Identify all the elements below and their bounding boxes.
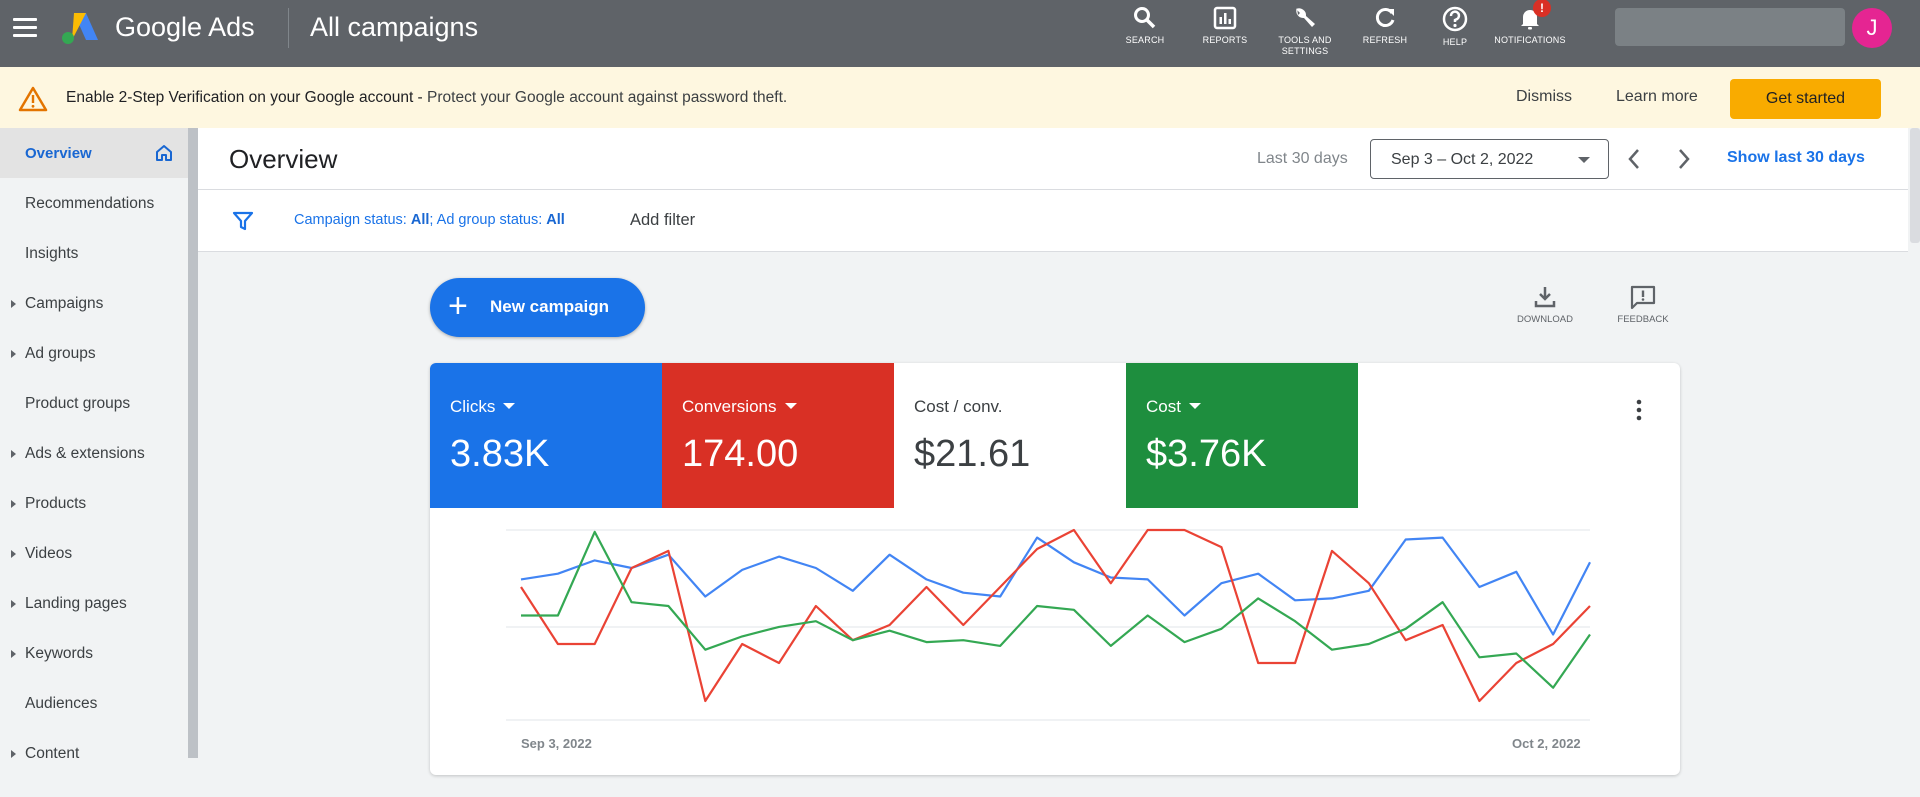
notification-badge: !	[1533, 0, 1551, 17]
caret-right-icon	[11, 550, 16, 558]
more-options-icon[interactable]	[1635, 399, 1643, 421]
feedback-button[interactable]: FEEDBACK	[1603, 284, 1683, 325]
date-range-label: Last 30 days	[1257, 150, 1348, 167]
caret-right-icon	[11, 500, 16, 508]
sidebar-item-product-groups[interactable]: Product groups	[0, 378, 188, 428]
series-line-conversions	[520, 528, 1591, 703]
series-line-cost	[521, 530, 1591, 689]
sidebar-item-campaigns[interactable]: Campaigns	[0, 278, 188, 328]
metric-value: 3.83K	[450, 433, 550, 475]
alert-message: Enable 2-Step Verification on your Googl…	[66, 89, 787, 107]
caret-right-icon	[11, 600, 16, 608]
wrench-icon	[1296, 8, 1315, 27]
sidebar-item-keywords[interactable]: Keywords	[0, 628, 188, 678]
filter-icon[interactable]	[232, 210, 254, 232]
sidebar-scrollbar[interactable]	[188, 128, 198, 758]
caret-right-icon	[11, 350, 16, 358]
alert-subtext: Protect your Google account against pass…	[427, 89, 788, 106]
download-icon	[1534, 287, 1556, 308]
sidebar: Overview Recommendations Insights Campai…	[0, 128, 188, 797]
menu-icon[interactable]	[12, 14, 38, 40]
plus-icon: +	[448, 287, 468, 325]
metric-label: Cost	[1146, 397, 1181, 416]
performance-line-chart	[506, 528, 1591, 721]
overview-header: Overview Last 30 days Sep 3 – Oct 2, 202…	[198, 128, 1908, 190]
google-ads-logo	[62, 13, 98, 44]
sidebar-item-recommendations[interactable]: Recommendations	[0, 178, 188, 228]
refresh-icon	[1375, 8, 1395, 27]
alert-title: Enable 2-Step Verification on your Googl…	[66, 89, 428, 106]
sidebar-item-ad-groups[interactable]: Ad groups	[0, 328, 188, 378]
sidebar-item-audiences[interactable]: Audiences	[0, 678, 188, 728]
active-filters[interactable]: Campaign status: All; Ad group status: A…	[294, 212, 565, 228]
caret-down-icon	[503, 403, 516, 409]
warning-icon	[18, 86, 48, 112]
caret-down-icon	[784, 403, 797, 409]
caret-right-icon	[11, 650, 16, 658]
dismiss-button[interactable]: Dismiss	[1516, 88, 1572, 106]
account-selector[interactable]	[1615, 8, 1845, 46]
sidebar-item-videos[interactable]: Videos	[0, 528, 188, 578]
search-icon	[1134, 7, 1156, 29]
sidebar-item-content[interactable]: Content	[0, 728, 188, 778]
metric-cost-per-conversion[interactable]: Cost / conv. $21.61	[894, 363, 1126, 508]
x-axis-start-label: Sep 3, 2022	[521, 736, 592, 751]
learn-more-button[interactable]: Learn more	[1616, 88, 1698, 106]
top-actions: SEARCH REPORTS TOOLS AND SETTINGS REFRES…	[1110, 0, 1570, 67]
metric-label: Clicks	[450, 397, 496, 416]
notifications-button[interactable]: ! NOTIFICATIONS	[1490, 0, 1570, 67]
search-button[interactable]: SEARCH	[1110, 0, 1180, 67]
brand-name: Google Ads	[115, 12, 255, 42]
help-button[interactable]: HELP	[1425, 0, 1485, 67]
metric-value: $21.61	[914, 433, 1031, 475]
feedback-icon	[1630, 285, 1656, 310]
reports-icon	[1213, 6, 1237, 30]
download-button[interactable]: DOWNLOAD	[1505, 284, 1585, 325]
dropdown-arrow-icon	[1578, 157, 1590, 163]
metric-value: 174.00	[682, 433, 799, 475]
metric-conversions[interactable]: Conversions 174.00	[662, 363, 894, 508]
x-axis-end-label: Oct 2, 2022	[1512, 736, 1581, 751]
metric-label: Conversions	[682, 397, 777, 416]
page-name: All campaigns	[310, 12, 479, 42]
reports-button[interactable]: REPORTS	[1190, 0, 1260, 67]
sidebar-item-products[interactable]: Products	[0, 478, 188, 528]
avatar[interactable]: J	[1852, 8, 1892, 48]
add-filter-button[interactable]: Add filter	[630, 211, 695, 230]
verification-alert: Enable 2-Step Verification on your Googl…	[0, 67, 1920, 128]
performance-card: Clicks 3.83K Conversions 174.00 Cost / c…	[430, 363, 1680, 775]
tools-and-settings-button[interactable]: TOOLS AND SETTINGS	[1265, 0, 1345, 67]
caret-right-icon	[11, 450, 16, 458]
sidebar-item-overview[interactable]: Overview	[0, 128, 188, 178]
metric-value: $3.76K	[1146, 433, 1267, 475]
home-icon	[156, 145, 172, 161]
caret-down-icon	[1188, 403, 1201, 409]
get-started-button[interactable]: Get started	[1730, 79, 1881, 119]
sidebar-item-insights[interactable]: Insights	[0, 228, 188, 278]
caret-right-icon	[11, 750, 16, 758]
next-period-icon[interactable]	[1676, 147, 1692, 171]
metric-label: Cost / conv.	[914, 397, 1003, 416]
caret-right-icon	[11, 300, 16, 308]
help-icon	[1442, 6, 1468, 32]
metric-clicks[interactable]: Clicks 3.83K	[430, 363, 662, 508]
refresh-button[interactable]: REFRESH	[1350, 0, 1420, 67]
filter-bar: Campaign status: All; Ad group status: A…	[198, 190, 1908, 252]
date-range-select[interactable]: Sep 3 – Oct 2, 2022	[1370, 139, 1609, 179]
show-last-30-days-link[interactable]: Show last 30 days	[1727, 149, 1865, 167]
metric-cost[interactable]: Cost $3.76K	[1126, 363, 1358, 508]
previous-period-icon[interactable]	[1626, 147, 1642, 171]
sidebar-item-ads-extensions[interactable]: Ads & extensions	[0, 428, 188, 478]
sidebar-item-landing-pages[interactable]: Landing pages	[0, 578, 188, 628]
top-app-bar: Google Ads All campaigns SEARCH REPORTS …	[0, 0, 1920, 67]
new-campaign-button[interactable]: + New campaign	[430, 278, 645, 337]
divider	[288, 8, 289, 48]
page-title: Overview	[229, 144, 338, 174]
main-scrollbar[interactable]	[1910, 128, 1920, 243]
